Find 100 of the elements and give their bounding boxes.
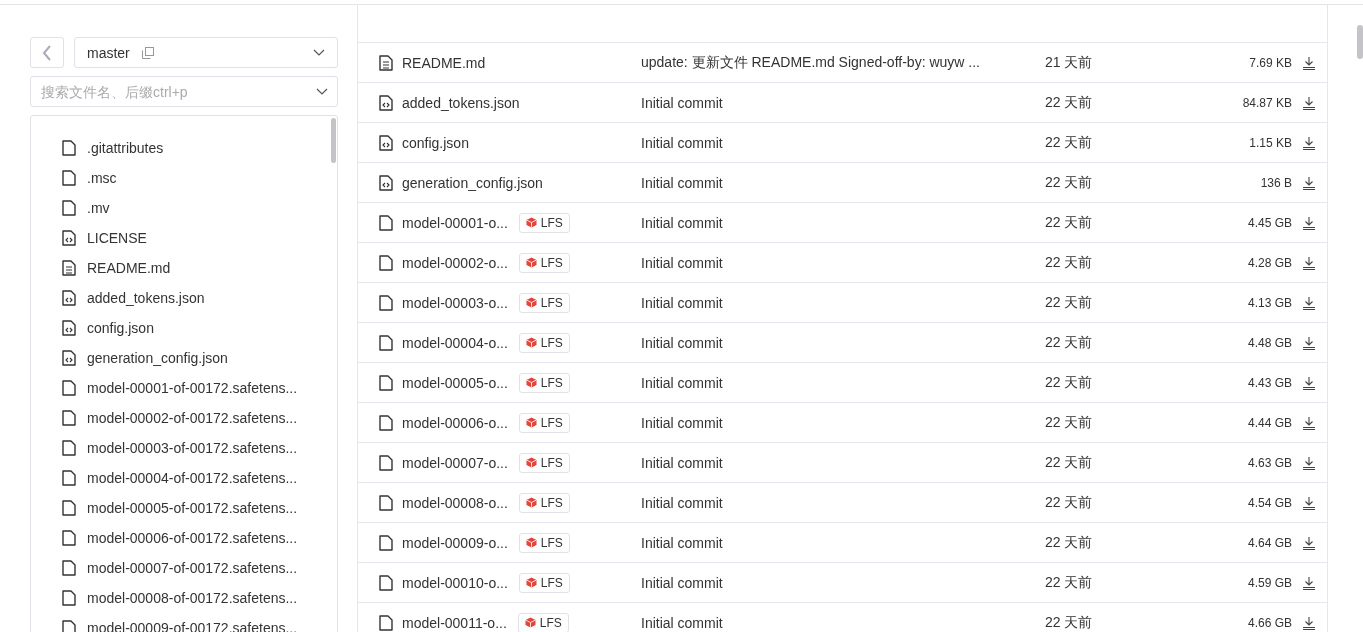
file-tree-item[interactable]: model-00008-of-00172.safetens... — [31, 583, 337, 613]
file-row[interactable]: model-00003-o... LFS Initial commit 22 天前 4.13 GB — [358, 282, 1327, 322]
commit-message[interactable]: Initial commit — [641, 334, 1045, 351]
file-tree-item[interactable]: generation_config.json — [31, 343, 337, 373]
page-scrollbar-thumb[interactable] — [1357, 25, 1363, 59]
cube-icon — [525, 217, 537, 228]
file-name[interactable]: model-00005-o... — [402, 374, 508, 391]
file-name[interactable]: model-00006-o... — [402, 414, 508, 431]
commit-message[interactable]: Initial commit — [641, 294, 1045, 311]
search-field[interactable]: 搜索文件名、后缀ctrl+p — [30, 76, 338, 107]
download-icon[interactable] — [1302, 55, 1316, 70]
file-name[interactable]: model-00004-o... — [402, 334, 508, 351]
file-tree-item[interactable]: LICENSE — [31, 223, 337, 253]
file-row[interactable]: model-00011-o... LFS Initial commit 22 天前 4.66 GB — [358, 602, 1327, 632]
file-row[interactable]: generation_config.json Initial commit 22 天前 136 B — [358, 162, 1327, 202]
download-icon[interactable] — [1302, 135, 1316, 150]
scrollbar-thumb[interactable] — [331, 118, 336, 163]
commit-time: 22 天前 — [1045, 533, 1094, 552]
file-row[interactable]: README.md update: 更新文件 README.md Signed-off-by: wuyw ... 21 天前 7.69 KB — [358, 42, 1327, 82]
commit-message[interactable]: Initial commit — [641, 574, 1045, 591]
file-name[interactable]: README.md — [402, 54, 486, 71]
file-tree-item[interactable]: .mv — [31, 193, 337, 223]
file-tree-item[interactable]: model-00005-of-00172.safetens... — [31, 493, 337, 523]
file-name[interactable]: model-00010-o... — [402, 574, 508, 591]
file-name[interactable]: added_tokens.json — [402, 94, 520, 111]
file-name[interactable]: config.json — [402, 134, 469, 151]
commit-message[interactable]: update: 更新文件 README.md Signed-off-by: wuyw ... — [641, 53, 1045, 72]
download-icon[interactable] — [1302, 335, 1316, 350]
file-row[interactable]: model-00001-o... LFS Initial commit 22 天前 4.45 GB — [358, 202, 1327, 242]
file-icon — [379, 334, 393, 351]
file-name[interactable]: model-00011-o... — [402, 614, 507, 631]
commit-message[interactable]: Initial commit — [641, 254, 1045, 271]
commit-message[interactable]: Initial commit — [641, 614, 1045, 631]
download-icon[interactable] — [1302, 295, 1316, 310]
file-row[interactable]: model-00006-o... LFS Initial commit 22 天前 4.44 GB — [358, 402, 1327, 442]
file-tree-item[interactable]: .msc — [31, 163, 337, 193]
download-icon[interactable] — [1302, 95, 1316, 110]
commit-time: 22 天前 — [1045, 453, 1094, 472]
branch-select[interactable]: master — [74, 37, 338, 68]
download-icon[interactable] — [1302, 175, 1316, 190]
cube-icon — [524, 617, 536, 628]
download-icon[interactable] — [1302, 495, 1316, 510]
file-tree-item[interactable]: model-00003-of-00172.safetens... — [31, 433, 337, 463]
lfs-badge: LFS — [518, 292, 570, 313]
file-name[interactable]: model-00008-o... — [402, 494, 508, 511]
download-icon[interactable] — [1302, 375, 1316, 390]
download-icon[interactable] — [1302, 255, 1316, 270]
commit-time: 21 天前 — [1045, 53, 1094, 72]
file-name[interactable]: model-00001-o... — [402, 214, 508, 231]
commit-message[interactable]: Initial commit — [641, 374, 1045, 391]
commit-message[interactable]: Initial commit — [641, 414, 1045, 431]
lfs-badge: LFS — [518, 212, 570, 233]
code-file-icon — [62, 320, 76, 336]
file-tree-item[interactable]: config.json — [31, 313, 337, 343]
commit-message[interactable]: Initial commit — [641, 94, 1045, 111]
file-icon — [379, 214, 393, 231]
file-row[interactable]: model-00002-o... LFS Initial commit 22 天前 4.28 GB — [358, 242, 1327, 282]
download-icon[interactable] — [1302, 455, 1316, 470]
file-row[interactable]: model-00007-o... LFS Initial commit 22 天前 4.63 GB — [358, 442, 1327, 482]
cube-icon — [525, 297, 537, 308]
commit-message[interactable]: Initial commit — [641, 214, 1045, 231]
file-row[interactable]: model-00009-o... LFS Initial commit 22 天前 4.64 GB — [358, 522, 1327, 562]
lfs-badge: LFS — [517, 612, 569, 632]
file-name[interactable]: model-00003-o... — [402, 294, 508, 311]
file-tree-item[interactable]: README.md — [31, 253, 337, 283]
file-row[interactable]: model-00005-o... LFS Initial commit 22 天前 4.43 GB — [358, 362, 1327, 402]
file-row[interactable]: model-00010-o... LFS Initial commit 22 天前 4.59 GB — [358, 562, 1327, 602]
download-icon[interactable] — [1302, 535, 1316, 550]
code-file-icon — [379, 174, 393, 191]
file-name[interactable]: model-00002-o... — [402, 254, 508, 271]
file-name[interactable]: model-00009-o... — [402, 534, 508, 551]
commit-message[interactable]: Initial commit — [641, 174, 1045, 191]
download-icon[interactable] — [1302, 415, 1316, 430]
file-row[interactable]: config.json Initial commit 22 天前 1.15 KB — [358, 122, 1327, 162]
lfs-badge: LFS — [518, 332, 570, 353]
file-name[interactable]: model-00007-o... — [402, 454, 508, 471]
code-file-icon — [379, 134, 393, 151]
file-name[interactable]: generation_config.json — [402, 174, 543, 191]
commit-message[interactable]: Initial commit — [641, 134, 1045, 151]
file-tree-item[interactable]: model-00001-of-00172.safetens... — [31, 373, 337, 403]
lfs-badge: LFS — [518, 532, 570, 553]
commit-message[interactable]: Initial commit — [641, 494, 1045, 511]
commit-message[interactable]: Initial commit — [641, 534, 1045, 551]
download-icon[interactable] — [1302, 615, 1316, 630]
file-tree-item[interactable]: model-00002-of-00172.safetens... — [31, 403, 337, 433]
download-icon[interactable] — [1302, 575, 1316, 590]
file-tree-item[interactable]: model-00004-of-00172.safetens... — [31, 463, 337, 493]
file-tree-item[interactable]: .gitattributes — [31, 133, 337, 163]
file-row[interactable]: model-00004-o... LFS Initial commit 22 天前 4.48 GB — [358, 322, 1327, 362]
commit-message[interactable]: Initial commit — [641, 454, 1045, 471]
file-tree-item[interactable]: added_tokens.json — [31, 283, 337, 313]
file-icon — [62, 500, 76, 516]
file-tree-item[interactable]: model-00006-of-00172.safetens... — [31, 523, 337, 553]
file-row[interactable]: model-00008-o... LFS Initial commit 22 天前 4.54 GB — [358, 482, 1327, 522]
copy-icon[interactable] — [141, 46, 154, 59]
file-row[interactable]: added_tokens.json Initial commit 22 天前 84.87 KB — [358, 82, 1327, 122]
file-icon — [379, 454, 393, 471]
commit-time: 22 天前 — [1045, 133, 1094, 152]
file-tree-item[interactable]: model-00007-of-00172.safetens... — [31, 553, 337, 583]
download-icon[interactable] — [1302, 215, 1316, 230]
